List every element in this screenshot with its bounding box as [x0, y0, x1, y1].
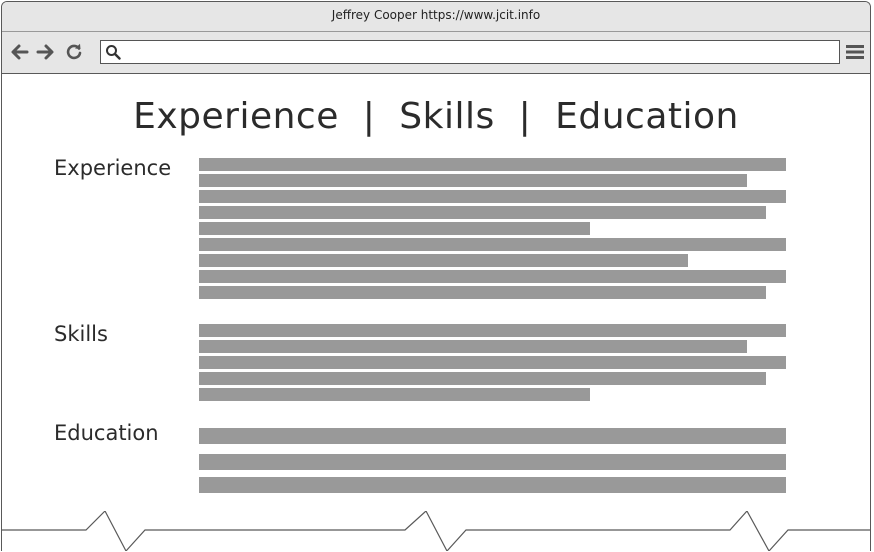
- browser-window: Jeffrey Cooper https://www.jcit.info Exp…: [1, 1, 871, 551]
- text-placeholder-line: [199, 324, 786, 337]
- section-label-skills: Skills: [54, 322, 108, 346]
- text-placeholder-line: [199, 477, 786, 493]
- text-placeholder-line: [199, 222, 590, 235]
- menu-button[interactable]: [846, 44, 864, 60]
- text-placeholder-line: [199, 206, 766, 219]
- section-label-education: Education: [54, 421, 159, 445]
- text-placeholder-line: [199, 270, 786, 283]
- window-titlebar: Jeffrey Cooper https://www.jcit.info: [2, 2, 870, 32]
- search-icon: [106, 45, 121, 60]
- browser-toolbar: [2, 32, 870, 74]
- window-title: Jeffrey Cooper https://www.jcit.info: [331, 8, 541, 22]
- page-title: Experience | Skills | Education: [133, 96, 739, 137]
- arrow-right-icon: [36, 44, 54, 60]
- address-bar[interactable]: [100, 40, 840, 64]
- text-placeholder-line: [199, 372, 766, 385]
- text-placeholder-line: [199, 356, 786, 369]
- text-placeholder-line: [199, 254, 688, 267]
- section-label-experience: Experience: [54, 156, 172, 180]
- text-placeholder-line: [199, 238, 786, 251]
- reload-button[interactable]: [64, 42, 84, 62]
- back-button[interactable]: [10, 42, 30, 62]
- text-placeholder-line: [199, 428, 786, 444]
- reload-icon: [66, 43, 82, 60]
- text-placeholder-line: [199, 158, 786, 171]
- arrow-left-icon: [11, 44, 29, 60]
- hamburger-menu-icon: [846, 45, 864, 59]
- text-placeholder-line: [199, 454, 786, 470]
- text-placeholder-line: [199, 340, 747, 353]
- page-content: Experience | Skills | Education Experien…: [2, 74, 870, 551]
- torn-page-edge: [2, 511, 870, 551]
- text-placeholder-line: [199, 286, 766, 299]
- text-placeholder-line: [199, 174, 747, 187]
- text-placeholder-line: [199, 190, 786, 203]
- url-input[interactable]: [125, 43, 825, 61]
- text-placeholder-line: [199, 388, 590, 401]
- forward-button[interactable]: [35, 42, 55, 62]
